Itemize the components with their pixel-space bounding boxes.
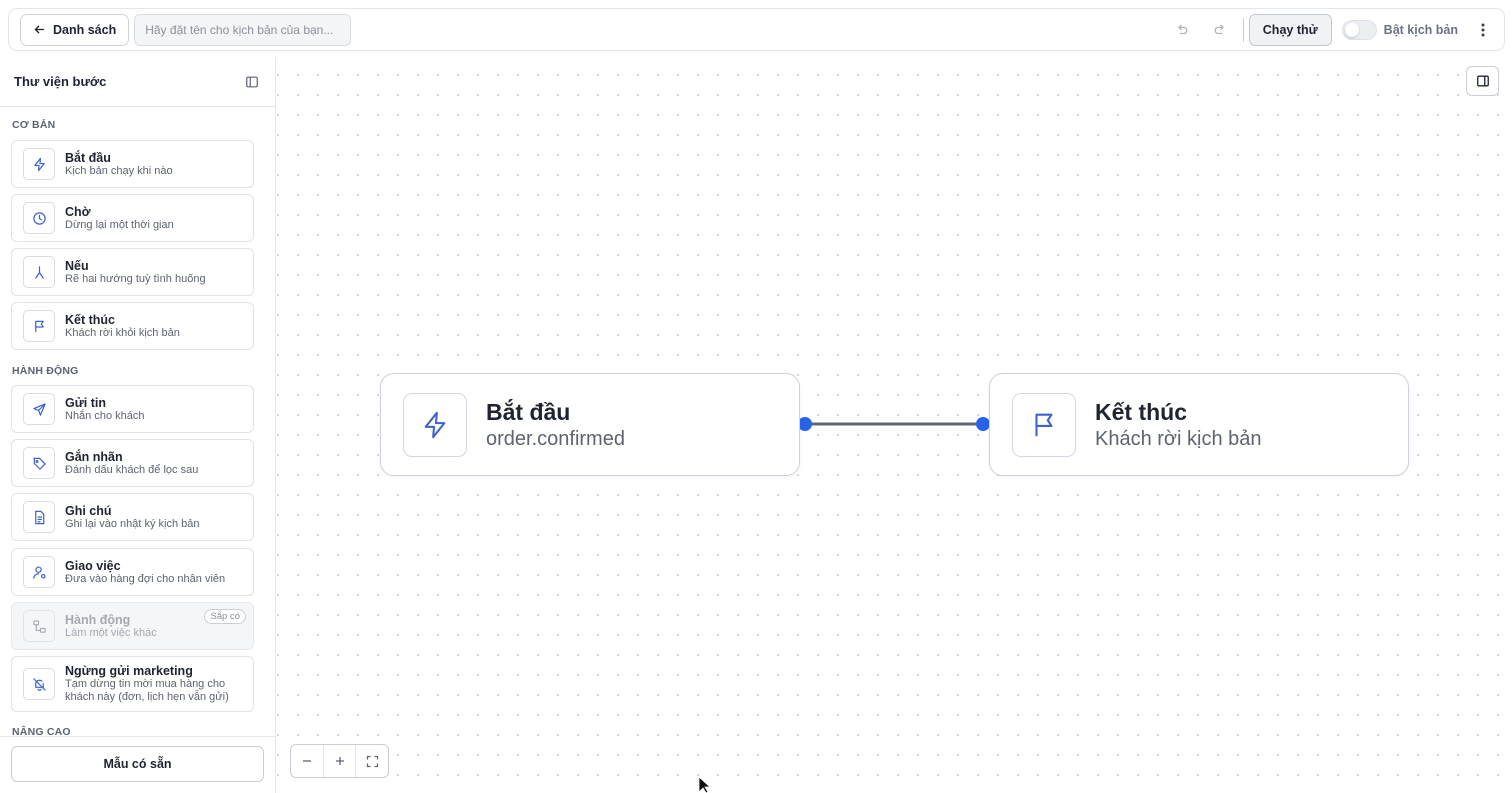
step-card-tag[interactable]: Gắn nhãn Đánh dấu khách để lọc sau	[11, 439, 254, 487]
step-card-desc: Đưa vào hàng đợi cho nhân viên	[65, 572, 226, 585]
step-card-if[interactable]: Nếu Rẽ hai hướng tuỳ tình huống	[11, 248, 254, 296]
more-vertical-icon	[1481, 23, 1485, 36]
node-title: Bắt đầu	[486, 398, 571, 425]
node-subtitle: order.confirmed	[486, 427, 625, 450]
arrow-left-icon	[34, 25, 45, 34]
step-card-title: Gắn nhãn	[65, 449, 123, 464]
step-card-wait[interactable]: Chờ Dừng lại một thời gian	[11, 194, 254, 242]
zoom-in-button[interactable]	[324, 745, 357, 777]
workflow-icon	[23, 610, 55, 642]
top-bar: Danh sách Chạy thử Bật kịch bản	[8, 8, 1505, 51]
assign-user-icon	[23, 556, 55, 588]
minus-icon	[302, 760, 311, 762]
section-basic-title: CƠ BẢN	[12, 119, 56, 131]
sidebar-panel-icon	[246, 76, 258, 87]
test-run-button[interactable]: Chạy thử	[1248, 13, 1332, 46]
step-card-desc-line1: Tạm dừng tin mời mua hàng cho	[65, 678, 226, 690]
sidebar-header: Thư viện bước	[0, 57, 275, 107]
enable-scenario-toggle[interactable]	[1341, 19, 1377, 40]
scenario-name-input[interactable]	[134, 13, 352, 46]
enable-scenario-label: Bật kịch bản	[1383, 22, 1458, 37]
flag-icon	[1012, 392, 1076, 457]
fit-view-button[interactable]	[356, 745, 388, 777]
sidebar-footer: Mẫu có sẵn	[0, 736, 275, 793]
mouse-cursor-icon	[698, 776, 712, 793]
flag-icon	[23, 310, 55, 342]
step-card-end[interactable]: Kết thúc Khách rời khỏi kịch bản	[11, 302, 254, 350]
sidebar-panel-icon	[1476, 75, 1489, 87]
step-card-desc: Ghi lại vào nhật ký kịch bản	[65, 517, 200, 530]
note-icon	[23, 501, 55, 533]
step-card-desc: Đánh dấu khách để lọc sau	[65, 463, 199, 476]
section-actions-title: HÀNH ĐỘNG	[12, 365, 79, 377]
flow-canvas[interactable]: Bắt đầu order.confirmed Kết thúc Khách r…	[276, 57, 1512, 793]
step-card-desc: Rẽ hai hướng tuỳ tình huống	[65, 272, 206, 285]
branch-icon	[23, 256, 55, 288]
node-title: Kết thúc	[1095, 398, 1187, 425]
enable-scenario-toggle-group: Bật kịch bản	[1341, 19, 1458, 40]
toggle-right-panel-button[interactable]	[1466, 66, 1499, 96]
step-card-start[interactable]: Bắt đầu Kịch bản chạy khi nào	[11, 140, 254, 188]
start-node-output-handle	[798, 417, 812, 431]
back-to-list-button[interactable]: Danh sách	[20, 13, 130, 46]
clock-icon	[23, 202, 55, 234]
zoom-out-button[interactable]	[291, 745, 324, 777]
step-card-title: Hành động	[65, 612, 131, 627]
lightning-icon	[403, 392, 467, 457]
step-card-title: Giao việc	[65, 558, 121, 573]
coming-soon-badge: Sắp có	[204, 609, 246, 624]
collapse-sidebar-button[interactable]	[243, 73, 261, 91]
step-card-assign-task[interactable]: Giao việc Đưa vào hàng đợi cho nhân viên	[11, 548, 254, 596]
flow-edge[interactable]	[796, 414, 996, 434]
step-card-stop-marketing[interactable]: Ngừng gửi marketing Tạm dừng tin mời mua…	[11, 656, 254, 712]
step-card-title: Chờ	[65, 204, 91, 219]
undo-icon	[1178, 24, 1188, 34]
flow-node-end[interactable]: Kết thúc Khách rời kịch bản	[989, 373, 1409, 476]
step-card-title: Gửi tin	[65, 395, 106, 410]
step-card-desc: Làm một việc khác	[65, 626, 157, 639]
step-card-desc: Kịch bản chạy khi nào	[65, 164, 173, 177]
step-card-title: Nếu	[65, 258, 89, 273]
back-button-label: Danh sách	[53, 22, 117, 37]
lightning-icon	[23, 148, 55, 180]
step-card-desc: Khách rời khỏi kịch bản	[65, 326, 180, 339]
sidebar-title: Thư viện bước	[14, 74, 107, 89]
undo-button[interactable]	[1170, 18, 1194, 42]
more-options-button[interactable]	[1473, 18, 1493, 42]
step-card-title: Ghi chú	[65, 503, 112, 518]
step-card-title: Bắt đầu	[65, 150, 111, 165]
step-card-desc: Nhắn cho khách	[65, 409, 145, 422]
send-icon	[23, 393, 55, 425]
step-card-action: Hành động Làm một việc khác Sắp có	[11, 602, 254, 650]
step-card-title: Ngừng gửi marketing	[65, 664, 193, 678]
toolbar-divider	[1242, 17, 1244, 42]
step-card-desc: Dừng lại một thời gian	[65, 218, 174, 231]
tag-icon	[23, 447, 55, 479]
end-node-input-handle	[976, 417, 990, 431]
flow-node-start[interactable]: Bắt đầu order.confirmed	[380, 373, 800, 476]
step-card-note[interactable]: Ghi chú Ghi lại vào nhật ký kịch bản	[11, 493, 254, 541]
templates-button[interactable]: Mẫu có sẵn	[11, 746, 264, 782]
fullscreen-icon	[366, 755, 378, 767]
step-library-sidebar: Thư viện bước CƠ BẢN Bắt đầu Kịch bản chạ…	[0, 57, 276, 793]
step-card-title: Kết thúc	[65, 312, 115, 327]
node-subtitle: Khách rời kịch bản	[1095, 427, 1262, 450]
step-card-send-message[interactable]: Gửi tin Nhắn cho khách	[11, 385, 254, 433]
step-card-desc-line2: khách này (đơn, lịch hẹn vẫn gửi)	[65, 691, 229, 703]
zoom-controls	[290, 744, 389, 778]
redo-button[interactable]	[1208, 18, 1232, 42]
bell-off-icon	[23, 668, 55, 700]
plus-icon	[335, 757, 344, 765]
redo-icon	[1214, 24, 1224, 34]
